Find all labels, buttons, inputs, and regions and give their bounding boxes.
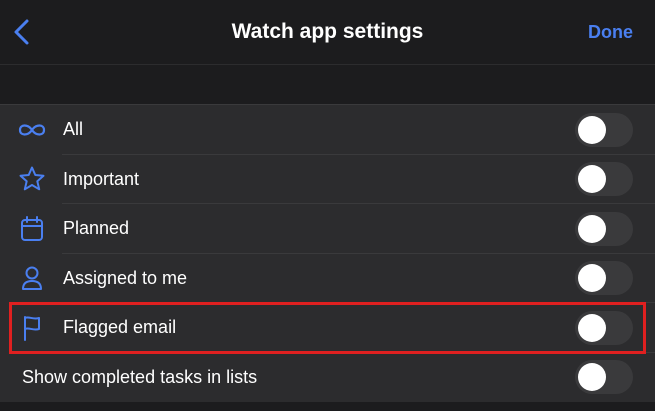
setting-row-important: Important [0,155,655,204]
star-icon [16,165,48,193]
setting-label: Planned [63,218,130,239]
navigation-bar: Watch app settings Done [0,0,655,65]
back-button[interactable] [10,16,36,48]
setting-label: Assigned to me [63,267,188,288]
setting-label: Flagged email [63,317,177,338]
all-toggle[interactable] [575,112,633,147]
done-button[interactable]: Done [588,22,633,43]
important-toggle[interactable] [575,162,633,197]
assigned-to-me-toggle[interactable] [575,261,633,296]
person-icon [16,264,48,292]
infinity-icon [16,116,48,144]
chevron-left-icon [14,19,29,45]
setting-row-planned: Planned [0,204,655,254]
show-completed-toggle[interactable] [575,360,633,395]
flagged-email-toggle[interactable] [575,310,633,345]
section-spacer [0,65,655,104]
toggle-knob [578,165,606,194]
toggle-knob [578,313,606,342]
setting-row-show-completed: Show completed tasks in lists [0,353,655,403]
setting-label: All [63,119,84,140]
page-title: Watch app settings [231,20,424,43]
setting-row-all: All [0,105,655,155]
toggle-knob [578,214,606,243]
setting-label: Important [63,168,140,189]
toggle-knob [578,115,606,144]
settings-list: All Important Planned Assigned to me Fla… [0,104,655,402]
setting-row-flagged-email: Flagged email [0,303,655,353]
setting-row-assigned-to-me: Assigned to me [0,254,655,303]
flag-icon [16,314,48,342]
toggle-knob [578,363,606,392]
planned-toggle[interactable] [575,211,633,246]
toggle-knob [578,264,606,293]
calendar-icon [16,215,48,243]
setting-label: Show completed tasks in lists [22,366,258,387]
